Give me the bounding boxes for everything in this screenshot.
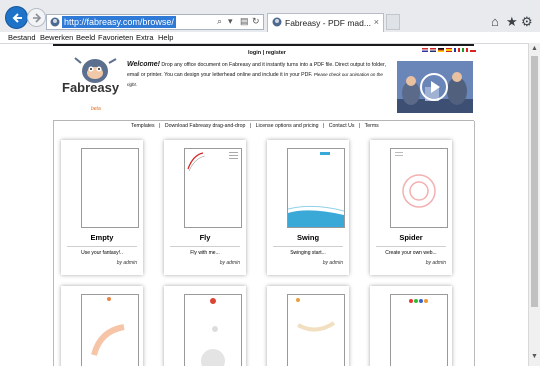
menu-help[interactable]: Help <box>158 32 173 43</box>
nav-divider: | <box>159 123 161 129</box>
template-preview <box>184 294 242 366</box>
template-author: by admin <box>116 260 137 266</box>
template-preview <box>287 294 345 366</box>
flag-fr-icon[interactable] <box>454 48 460 52</box>
template-name: Spider <box>399 233 423 242</box>
template-card-spider[interactable]: Spider Create your own web... by admin <box>370 140 452 275</box>
nav-divider: | <box>322 123 325 129</box>
gray-circles-graphic <box>201 298 225 366</box>
nav-divider: | <box>358 123 361 129</box>
refresh-icon[interactable]: ↻ <box>252 16 260 27</box>
site-favicon-icon <box>50 17 60 27</box>
template-card-fly[interactable]: Fly Fly with me... by admin <box>164 140 246 275</box>
nav-download[interactable]: Download Fabreasy drag-and-drop <box>165 123 245 129</box>
color-dots-graphic <box>409 299 428 303</box>
template-card[interactable] <box>164 286 246 366</box>
template-preview <box>287 148 345 228</box>
swing-wave-graphic <box>287 152 345 227</box>
left-border-line <box>53 121 54 366</box>
template-author: by admin <box>425 260 446 266</box>
menu-favorieten[interactable]: Favorieten <box>98 32 133 43</box>
template-description: Create your own web... <box>385 250 437 256</box>
welcome-heading: Welcome! <box>127 61 160 68</box>
template-author: by admin <box>322 260 343 266</box>
menu-bar: Bestand Bewerken Beeld Favorieten Extra … <box>0 32 540 44</box>
template-card[interactable] <box>61 286 143 366</box>
template-card-swing[interactable]: Swing Swinging start... by admin <box>267 140 349 275</box>
home-icon[interactable]: ⌂ <box>491 14 499 29</box>
fly-swoosh-graphic <box>187 152 238 172</box>
settings-gear-icon[interactable]: ⚙ <box>521 14 533 30</box>
template-description: Fly with me... <box>190 250 220 256</box>
template-name: Fly <box>199 233 211 242</box>
template-description: Swinging start... <box>290 250 326 256</box>
scroll-up-icon[interactable]: ▲ <box>531 45 538 52</box>
menu-bestand[interactable]: Bestand <box>8 32 36 43</box>
close-tab-icon[interactable]: × <box>374 17 379 27</box>
card-divider <box>170 246 240 247</box>
flag-es-icon[interactable] <box>446 48 452 52</box>
flag-nl-icon[interactable] <box>430 48 436 52</box>
template-preview <box>390 294 448 366</box>
card-divider <box>376 246 446 247</box>
flag-pl-icon[interactable] <box>470 48 476 52</box>
scroll-down-icon[interactable]: ▼ <box>531 353 538 360</box>
spider-web-graphic <box>395 152 436 208</box>
template-preview <box>81 294 139 366</box>
arrow-right-icon <box>32 12 41 23</box>
template-card[interactable] <box>267 286 349 366</box>
tab-favicon-icon <box>272 17 282 27</box>
arrow-left-icon <box>12 12 22 23</box>
card-divider <box>273 246 343 247</box>
play-icon[interactable] <box>420 73 448 101</box>
template-description: Use your fantasy!.. <box>81 250 123 256</box>
template-card-empty[interactable]: Empty Use your fantasy!.. by admin <box>61 140 143 275</box>
login-register-link[interactable]: login | register <box>248 50 286 56</box>
template-author: by admin <box>219 260 240 266</box>
tab-fabreasy[interactable]: Fabreasy - PDF mad... × <box>267 13 384 32</box>
nav-license[interactable]: License options and pricing <box>256 123 319 129</box>
template-preview <box>184 148 242 228</box>
menu-beeld[interactable]: Beeld <box>76 32 95 43</box>
animation-video[interactable] <box>397 61 473 113</box>
header-separator <box>53 120 474 121</box>
template-name: Swing <box>296 233 320 242</box>
orange-sun-graphic <box>91 297 125 356</box>
template-name: Empty <box>90 233 114 242</box>
forward-button[interactable] <box>27 8 46 27</box>
back-button[interactable] <box>5 6 28 29</box>
template-preview <box>390 148 448 228</box>
new-tab-button[interactable] <box>386 14 400 30</box>
vertical-scrollbar[interactable]: ▲ ▼ <box>528 43 540 366</box>
scrollbar-thumb[interactable] <box>531 56 538 307</box>
beta-label: beta <box>91 106 101 112</box>
template-preview <box>81 148 139 228</box>
page-content: login | register Fabreasy beta Welcome! … <box>0 44 527 366</box>
url-text[interactable]: http://fabreasy.com/browse/ <box>62 16 176 28</box>
flag-it-icon[interactable] <box>462 48 468 52</box>
address-bar[interactable]: http://fabreasy.com/browse/ ⌕ ▾ ▤ ↻ <box>46 14 264 30</box>
nav-templates[interactable]: Templates <box>131 123 155 129</box>
flag-us-icon[interactable] <box>422 48 428 52</box>
compatibility-icon[interactable]: ▤ <box>240 16 249 27</box>
nav-links: Templates | Download Fabreasy drag-and-d… <box>131 123 382 129</box>
nav-divider: | <box>249 123 252 129</box>
header-top-rule <box>53 44 474 46</box>
ribbon-graphic <box>296 298 336 332</box>
dropdown-icon[interactable]: ▾ <box>228 16 233 27</box>
menu-bewerken[interactable]: Bewerken <box>40 32 73 43</box>
search-icon[interactable]: ⌕ <box>217 16 222 27</box>
right-border-line <box>474 121 475 366</box>
brand-name[interactable]: Fabreasy <box>62 80 119 95</box>
card-divider <box>67 246 137 247</box>
tab-title: Fabreasy - PDF mad... <box>285 18 371 28</box>
nav-terms[interactable]: Terms <box>365 123 379 129</box>
menu-extra[interactable]: Extra <box>136 32 154 43</box>
welcome-text: Welcome! Drop any office document on Fab… <box>127 60 392 90</box>
template-card[interactable] <box>370 286 452 366</box>
browser-toolbar: http://fabreasy.com/browse/ ⌕ ▾ ▤ ↻ Fabr… <box>0 0 540 33</box>
favorites-star-icon[interactable]: ★ <box>506 14 518 30</box>
nav-contact[interactable]: Contact Us <box>329 123 355 129</box>
flag-de-icon[interactable] <box>438 48 444 52</box>
